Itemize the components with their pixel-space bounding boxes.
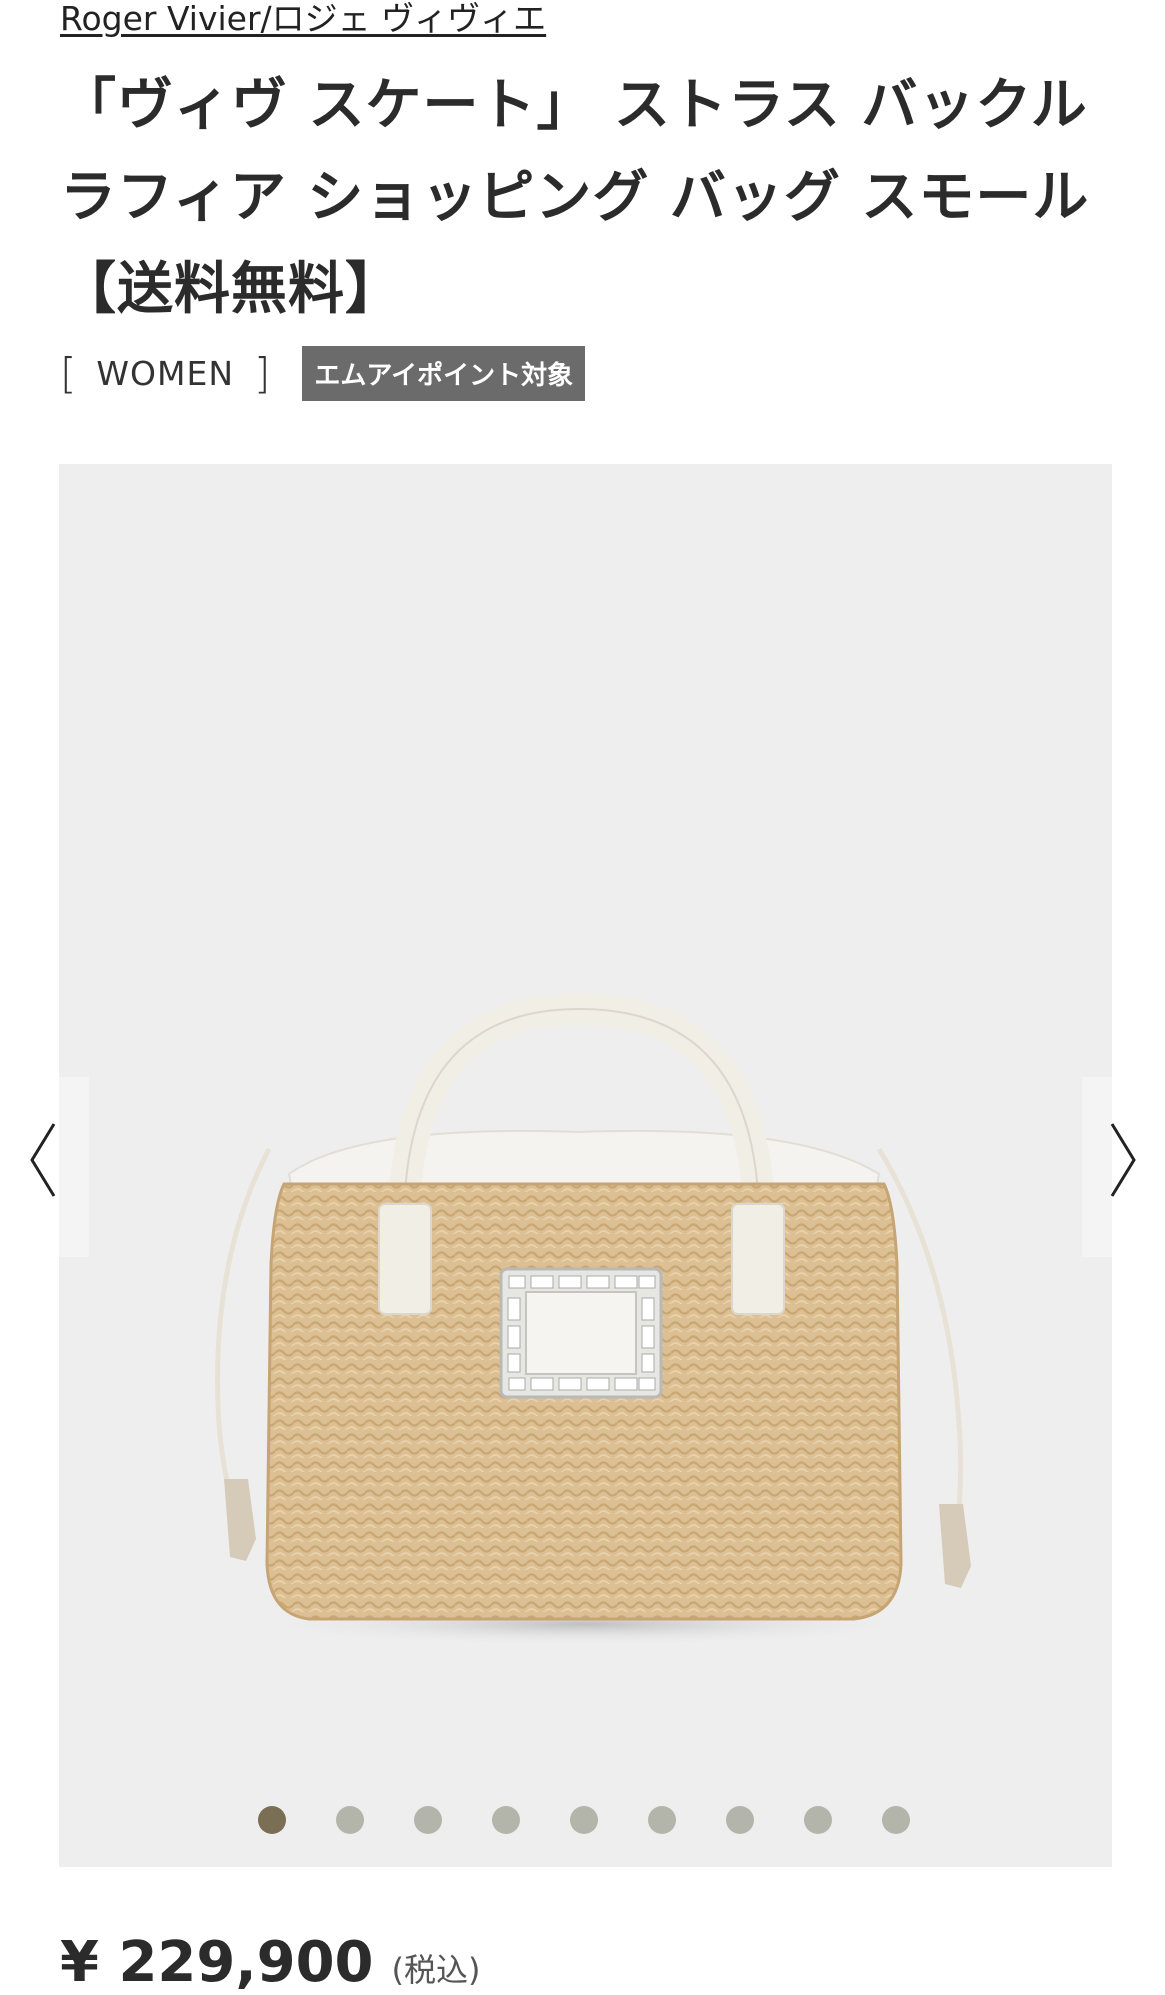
chevron-right-icon[interactable] (1108, 1120, 1138, 1200)
product-title: 「ヴィヴ スケート」 ストラス バックル ラフィア ショッピング バッグ スモー… (60, 73, 1090, 322)
product-image-gallery[interactable] (59, 464, 1112, 1867)
category-tag[interactable]: [ WOMEN ] (60, 349, 270, 398)
gallery-dot[interactable] (726, 1806, 754, 1834)
tax-note: (税込) (391, 1951, 481, 1989)
category-bracket-close: ] (254, 348, 271, 398)
price: ¥ 229,900 (60, 1930, 374, 1995)
gallery-dot[interactable] (882, 1806, 910, 1834)
chevron-left-icon[interactable] (28, 1120, 58, 1200)
gallery-dot[interactable] (336, 1806, 364, 1834)
gallery-dot[interactable] (414, 1806, 442, 1834)
gallery-dot[interactable] (804, 1806, 832, 1834)
brand-link[interactable]: Roger Vivier/ロジェ ヴィヴィエ (60, 0, 546, 40)
gallery-dot[interactable] (570, 1806, 598, 1834)
product-tags: [ WOMEN ] エムアイポイント対象 (60, 345, 586, 401)
category-label: WOMEN (96, 353, 235, 393)
gallery-dot[interactable] (258, 1806, 286, 1834)
gallery-dot[interactable] (648, 1806, 676, 1834)
point-badge: エムアイポイント対象 (302, 345, 586, 401)
gallery-prev-button[interactable] (59, 1077, 89, 1257)
gallery-pagination (258, 1806, 910, 1834)
price-row: ¥ 229,900 (税込) (60, 1930, 481, 1995)
product-image (215, 992, 971, 1646)
gallery-dot[interactable] (492, 1806, 520, 1834)
category-bracket-open: [ (60, 348, 77, 398)
